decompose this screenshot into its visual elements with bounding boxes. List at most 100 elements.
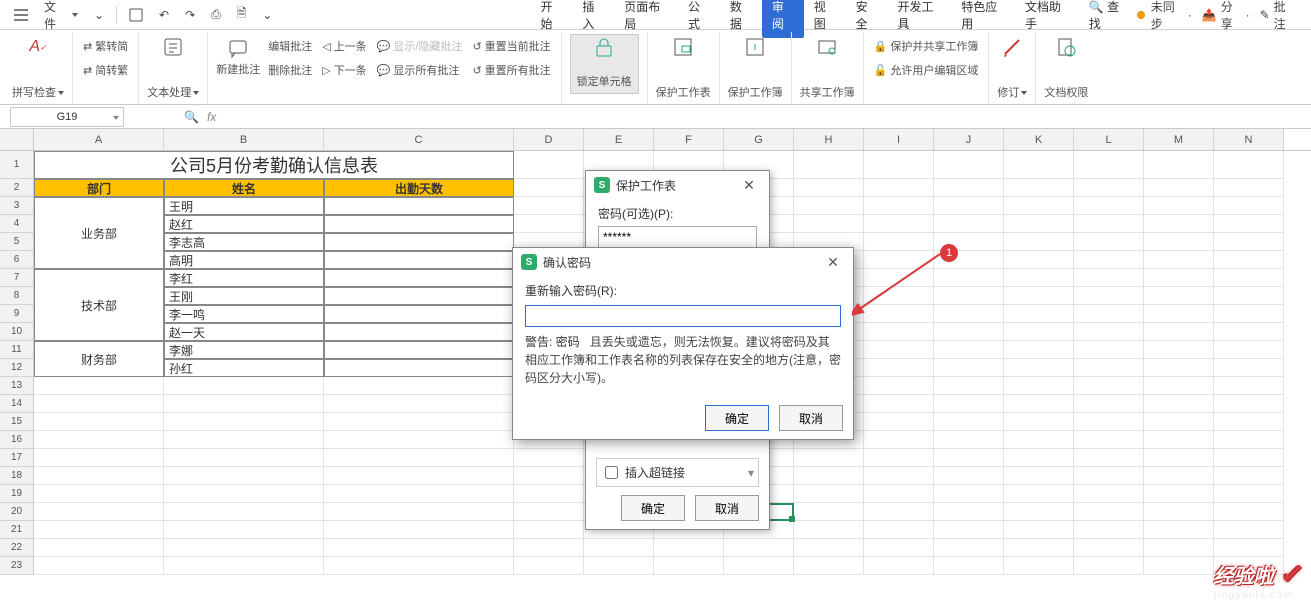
row-7[interactable]: 7 [0,269,34,287]
col-M[interactable]: M [1144,129,1214,150]
name-cell[interactable]: 李红 [164,269,324,287]
qa-redo-icon[interactable]: ↷ [177,0,203,30]
lock-cells-button[interactable]: 锁定单元格 [570,34,639,94]
share-book-icon[interactable] [814,34,840,60]
qa-undo-icon[interactable]: ↶ [151,0,177,30]
col-A[interactable]: A [34,129,164,150]
confirm-pwd-input[interactable] [525,305,841,327]
hdr-days[interactable]: 出勤天数 [324,179,514,197]
select-all-corner[interactable] [0,129,34,150]
name-cell[interactable]: 李一鸣 [164,305,324,323]
unsync-status[interactable]: 未同步 · [1137,0,1191,32]
chk-link[interactable] [605,466,618,479]
row-3[interactable]: 3 [0,197,34,215]
hdr-name[interactable]: 姓名 [164,179,324,197]
row-19[interactable]: 19 [0,485,34,503]
protect-ok-button[interactable]: 确定 [621,495,685,521]
row-20[interactable]: 20 [0,503,34,521]
col-I[interactable]: I [864,129,934,150]
qa-print-icon[interactable]: ⎙ [203,0,229,30]
row-10[interactable]: 10 [0,323,34,341]
docperm-label[interactable]: 文档权限 [1044,84,1088,104]
name-cell[interactable]: 李娜 [164,341,324,359]
protect-cancel-button[interactable]: 取消 [695,495,759,521]
qa-save-icon[interactable] [121,0,151,30]
col-B[interactable]: B [164,129,324,150]
row-21[interactable]: 21 [0,521,34,539]
protect-sheet-icon[interactable] [670,34,696,60]
row-18[interactable]: 18 [0,467,34,485]
row-14[interactable]: 14 [0,395,34,413]
row-1[interactable]: 1 [0,151,34,179]
confirm-cancel-button[interactable]: 取消 [779,405,843,431]
row-17[interactable]: 17 [0,449,34,467]
name-box[interactable]: G19 [10,107,124,127]
name-cell[interactable]: 孙红 [164,359,324,377]
text-proc-icon[interactable] [160,34,186,60]
show-all-button[interactable]: 💬 显示所有批注 [375,60,465,80]
col-F[interactable]: F [654,129,724,150]
row-13[interactable]: 13 [0,377,34,395]
row-16[interactable]: 16 [0,431,34,449]
text-proc-label[interactable]: 文本处理 [147,84,191,100]
protect-book-label[interactable]: 保护工作簿 [728,84,783,104]
col-E[interactable]: E [584,129,654,150]
col-H[interactable]: H [794,129,864,150]
close-icon[interactable]: ✕ [737,173,761,197]
col-G[interactable]: G [724,129,794,150]
name-cell[interactable]: 李志高 [164,233,324,251]
file-menu[interactable]: 文件 [36,0,86,30]
qa-more-icon[interactable]: ⌄ [254,0,280,30]
track-icon[interactable] [999,34,1025,60]
allow-edit-button[interactable]: 🔓 允许用户编辑区域 [872,60,981,80]
new-comment-label[interactable]: 新建批注 [216,61,260,81]
row-2[interactable]: 2 [0,179,34,197]
row-5[interactable]: 5 [0,233,34,251]
row-4[interactable]: 4 [0,215,34,233]
title-cell[interactable]: 公司5月份考勤确认信息表 [34,151,514,179]
row-6[interactable]: 6 [0,251,34,269]
row-9[interactable]: 9 [0,305,34,323]
dept-业务部[interactable]: 业务部 [34,197,164,269]
to-simp-button[interactable]: ⇄ 繁转简 [81,36,130,56]
to-trad-button[interactable]: ⇄ 简转繁 [81,60,130,80]
track-label[interactable]: 修订 [997,84,1019,100]
hdr-dept[interactable]: 部门 [34,179,164,197]
new-comment-icon[interactable] [225,35,251,61]
qa-preview-icon[interactable]: 🗎 [229,0,255,30]
name-cell[interactable]: 王明 [164,197,324,215]
row-23[interactable]: 23 [0,557,34,575]
fx-search-icon[interactable]: 🔍 [184,110,199,124]
confirm-ok-button[interactable]: 确定 [705,405,769,431]
share-button[interactable]: 📤 分享 · [1202,0,1250,32]
name-cell[interactable]: 赵红 [164,215,324,233]
protect-share-button[interactable]: 🔒 保护并共享工作簿 [872,36,981,56]
comment-button[interactable]: ✎ 批注 [1260,0,1299,32]
spell-icon[interactable]: A✓ [25,34,51,60]
caret-icon[interactable]: ⌄ [86,0,112,30]
spell-label[interactable]: 拼写检查 [12,84,56,100]
col-J[interactable]: J [934,129,1004,150]
row-11[interactable]: 11 [0,341,34,359]
share-book-label[interactable]: 共享工作簿 [800,84,855,104]
docperm-icon[interactable] [1053,34,1079,60]
name-cell[interactable]: 王刚 [164,287,324,305]
protect-sheet-label[interactable]: 保护工作表 [656,84,711,104]
col-D[interactable]: D [514,129,584,150]
name-cell[interactable]: 赵一天 [164,323,324,341]
col-L[interactable]: L [1074,129,1144,150]
col-N[interactable]: N [1214,129,1284,150]
close-icon[interactable]: ✕ [821,250,845,274]
col-C[interactable]: C [324,129,514,150]
fx-icon[interactable]: fx [207,110,216,124]
hamburger-icon[interactable] [6,0,36,30]
pwd-input[interactable] [598,226,757,248]
col-K[interactable]: K [1004,129,1074,150]
row-22[interactable]: 22 [0,539,34,557]
row-12[interactable]: 12 [0,359,34,377]
row-8[interactable]: 8 [0,287,34,305]
row-15[interactable]: 15 [0,413,34,431]
dept-财务部[interactable]: 财务部 [34,341,164,377]
dept-技术部[interactable]: 技术部 [34,269,164,341]
protect-book-icon[interactable] [742,34,768,60]
